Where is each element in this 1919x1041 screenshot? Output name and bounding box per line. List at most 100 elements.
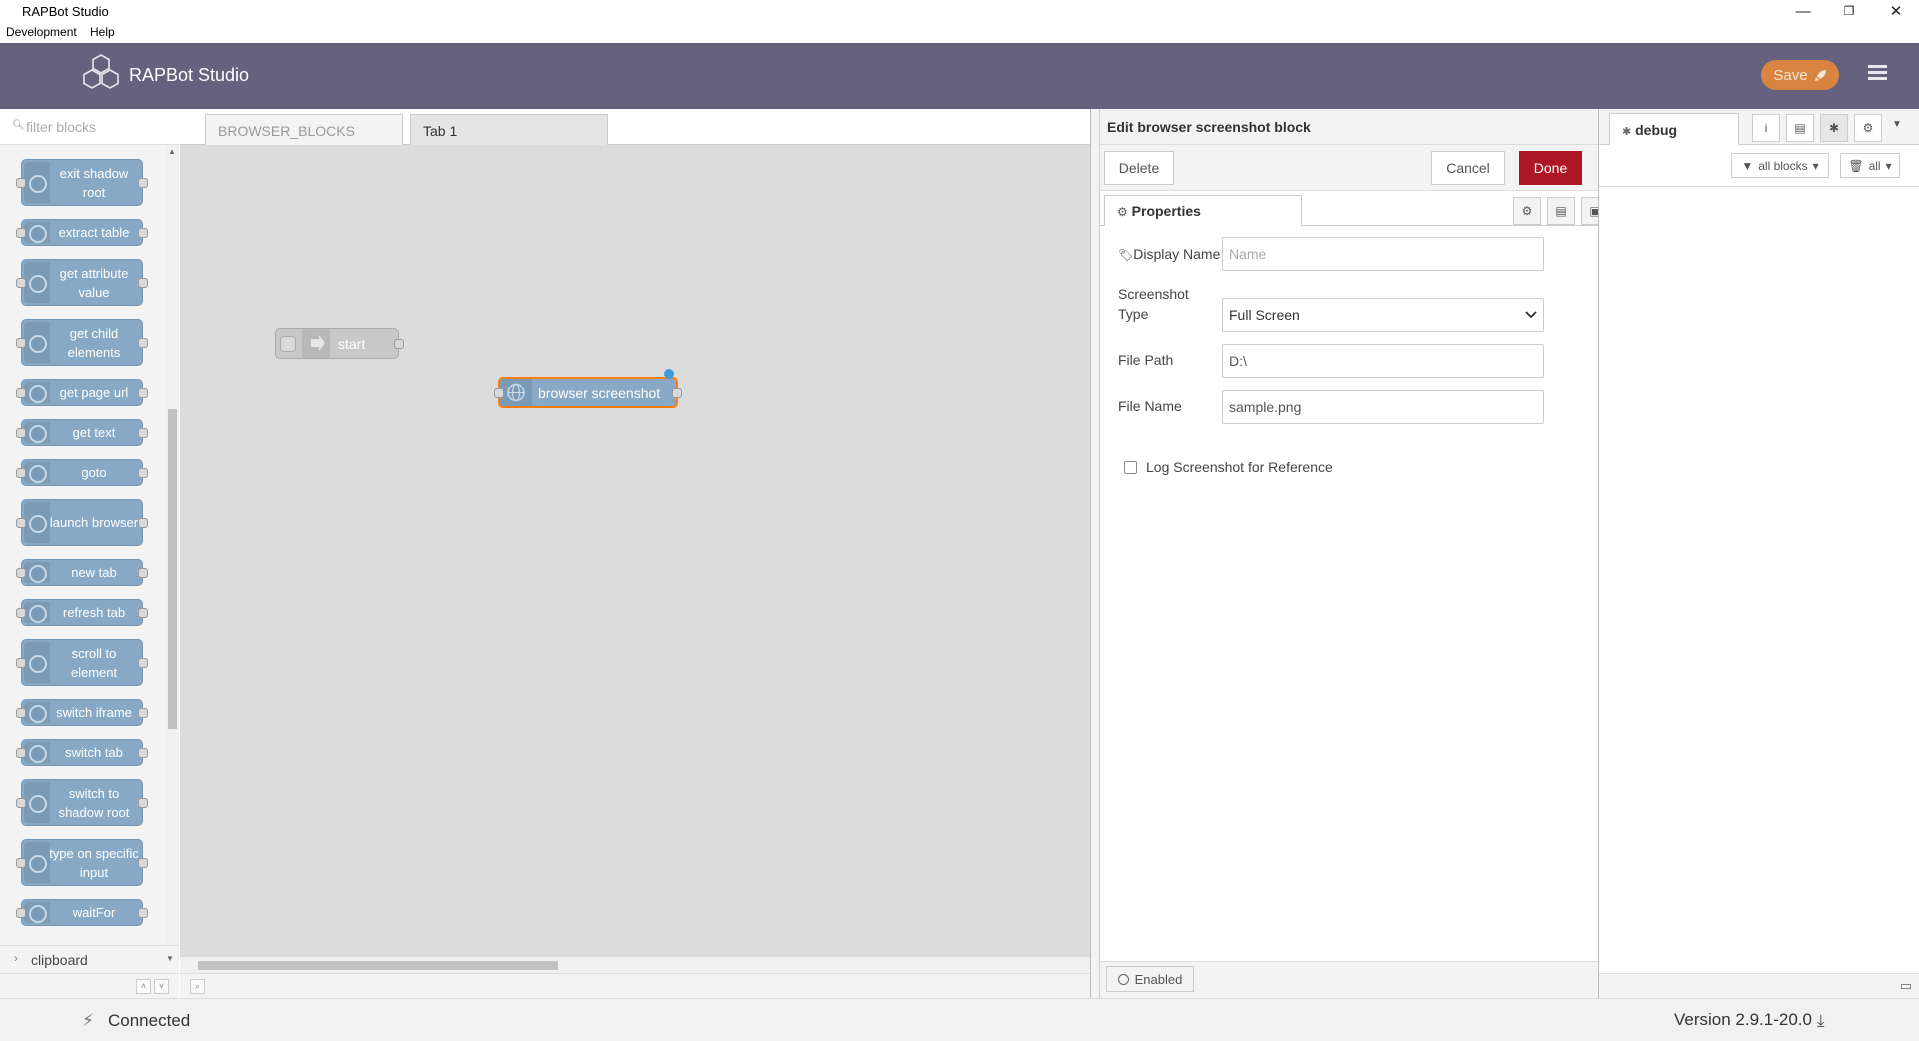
- minimize-button[interactable]: —: [1780, 0, 1826, 22]
- palette-block[interactable]: switch iframe: [16, 699, 148, 726]
- gear-icon[interactable]: ⚙: [1854, 114, 1882, 142]
- gear-icon: ⚙: [1117, 205, 1128, 219]
- globe-icon: [24, 782, 50, 823]
- palette-scroll-thumb[interactable]: [168, 409, 177, 729]
- globe-icon: [24, 382, 50, 403]
- debug-toolbar: ▼ all blocks ▾ 🗑︎ all ▾: [1599, 145, 1919, 187]
- palette-block[interactable]: switch tab: [16, 739, 148, 766]
- tab-browser-blocks[interactable]: BROWSER_BLOCKS: [205, 114, 403, 145]
- tab-debug[interactable]: ✱ debug: [1609, 113, 1739, 145]
- palette-scrollbar[interactable]: ▲: [166, 145, 179, 945]
- flow-canvas[interactable]: start browser screenshot: [180, 145, 1090, 957]
- search-icon[interactable]: ⌕: [190, 979, 205, 994]
- close-button[interactable]: ✕: [1873, 0, 1919, 22]
- download-icon[interactable]: ⤓: [1817, 1011, 1825, 1031]
- input-port[interactable]: [494, 387, 504, 398]
- palette-block[interactable]: refresh tab: [16, 599, 148, 626]
- globe-icon: [24, 462, 50, 483]
- save-button[interactable]: Save: [1761, 60, 1839, 90]
- palette-block[interactable]: new tab: [16, 559, 148, 586]
- tab-tab-1[interactable]: Tab 1: [410, 114, 608, 145]
- workspace-tabbar: BROWSER_BLOCKS Tab 1: [180, 109, 1090, 145]
- enabled-toggle[interactable]: Enabled: [1106, 966, 1194, 992]
- status-bar: ⚡ Connected Version 2.9.1-20.0 ⤓: [0, 998, 1919, 1041]
- palette-block[interactable]: goto: [16, 459, 148, 486]
- display-name-label: 🏷︎Display Name: [1118, 246, 1221, 262]
- window-titlebar: RAPBot Studio — ❐ ✕: [0, 0, 1919, 22]
- globe-icon: [24, 642, 50, 683]
- palette-search[interactable]: 🔍︎ filter blocks: [0, 109, 179, 145]
- palette-block[interactable]: exit shadow root: [16, 159, 148, 206]
- globe-icon: [24, 562, 50, 583]
- tab-properties[interactable]: ⚙ Properties: [1104, 195, 1302, 226]
- flow-node-browser-screenshot[interactable]: browser screenshot: [494, 369, 682, 408]
- scroll-up-icon[interactable]: ▲: [168, 147, 176, 156]
- workspace: BROWSER_BLOCKS Tab 1 start browser scree…: [180, 109, 1090, 998]
- caret-icon: ▾: [1812, 158, 1819, 173]
- palette-block[interactable]: switch to shadow root: [16, 779, 148, 826]
- output-port[interactable]: [394, 338, 404, 349]
- screenshot-type-select[interactable]: Full Screen: [1222, 298, 1544, 332]
- window-title: RAPBot Studio: [22, 4, 109, 19]
- scroll-down-icon[interactable]: ▼: [166, 954, 174, 963]
- sidebar: ✱ debug i ▤ ✱ ⚙ ▼ ▼ all blocks ▾ 🗑︎ all ▾ ▭: [1598, 109, 1919, 998]
- palette-block[interactable]: scroll to element: [16, 639, 148, 686]
- save-label: Save: [1773, 66, 1808, 84]
- collapse-all-button[interactable]: ˄: [136, 979, 151, 994]
- tag-icon: 🏷︎: [1118, 248, 1134, 262]
- palette-block[interactable]: get page url: [16, 379, 148, 406]
- settings-gear-icon[interactable]: ⚙: [1513, 197, 1541, 225]
- delete-button[interactable]: Delete: [1104, 151, 1174, 185]
- caret-icon: ▾: [1885, 158, 1892, 173]
- log-screenshot-label: Log Screenshot for Reference: [1146, 459, 1333, 475]
- palette-block[interactable]: waitFor: [16, 899, 148, 926]
- cancel-button[interactable]: Cancel: [1431, 151, 1505, 185]
- workspace-scroll-thumb[interactable]: [198, 961, 558, 970]
- tray-title: Edit browser screenshot block: [1100, 109, 1598, 145]
- output-port[interactable]: [672, 387, 682, 398]
- app-brand: RAPBot Studio: [129, 65, 250, 85]
- log-screenshot-checkbox[interactable]: [1124, 461, 1137, 474]
- clear-all-button[interactable]: 🗑︎ all ▾: [1840, 153, 1900, 178]
- file-path-label: File Path: [1118, 352, 1174, 368]
- tray-button-bar: Delete Cancel Done: [1100, 145, 1598, 191]
- palette-category-clipboard[interactable]: › clipboard ▼: [0, 945, 179, 973]
- info-icon[interactable]: i: [1752, 114, 1780, 142]
- screenshot-type-label: Screenshot Type: [1118, 286, 1189, 322]
- palette-block[interactable]: get child elements: [16, 319, 148, 366]
- chevron-down-icon: [1525, 311, 1537, 319]
- globe-icon: [24, 702, 50, 723]
- app-header: RAPBot Studio Save: [0, 43, 1919, 109]
- book-icon[interactable]: ▤: [1786, 114, 1814, 142]
- palette-block[interactable]: type on specific input: [16, 839, 148, 886]
- flow-node-start[interactable]: start: [275, 328, 404, 359]
- globe-icon: [24, 502, 50, 543]
- chevron-down-icon[interactable]: ▼: [1892, 119, 1902, 130]
- palette-block[interactable]: launch browser: [16, 499, 148, 546]
- palette-footer: ˄ ˅: [0, 973, 179, 998]
- expand-all-button[interactable]: ˅: [154, 979, 169, 994]
- filter-placeholder: filter blocks: [26, 119, 97, 135]
- connection-status: Connected: [108, 1011, 191, 1030]
- monitor-icon[interactable]: ▭: [1900, 978, 1912, 994]
- file-path-input[interactable]: [1222, 344, 1544, 378]
- description-icon[interactable]: ▤: [1547, 197, 1575, 225]
- workspace-hscrollbar[interactable]: [180, 957, 1090, 973]
- restore-button[interactable]: ❐: [1826, 0, 1872, 22]
- file-name-input[interactable]: [1222, 390, 1544, 424]
- edit-tray: Edit browser screenshot block Delete Can…: [1090, 109, 1609, 998]
- debug-bug-icon[interactable]: ✱: [1820, 114, 1848, 142]
- chevron-right-icon: ›: [14, 953, 18, 965]
- palette-block[interactable]: get text: [16, 419, 148, 446]
- globe-icon: [24, 902, 50, 923]
- main-menu-icon[interactable]: [1868, 65, 1887, 81]
- filter-all-blocks-button[interactable]: ▼ all blocks ▾: [1731, 153, 1829, 178]
- palette-block[interactable]: get attribute value: [16, 259, 148, 306]
- menu-help[interactable]: Help: [90, 25, 115, 39]
- globe-icon: [24, 742, 50, 763]
- palette-block[interactable]: extract table: [16, 219, 148, 246]
- done-button[interactable]: Done: [1519, 151, 1582, 185]
- display-name-input[interactable]: [1222, 237, 1544, 271]
- inject-button[interactable]: [280, 336, 296, 352]
- menu-development[interactable]: Development: [6, 25, 77, 39]
